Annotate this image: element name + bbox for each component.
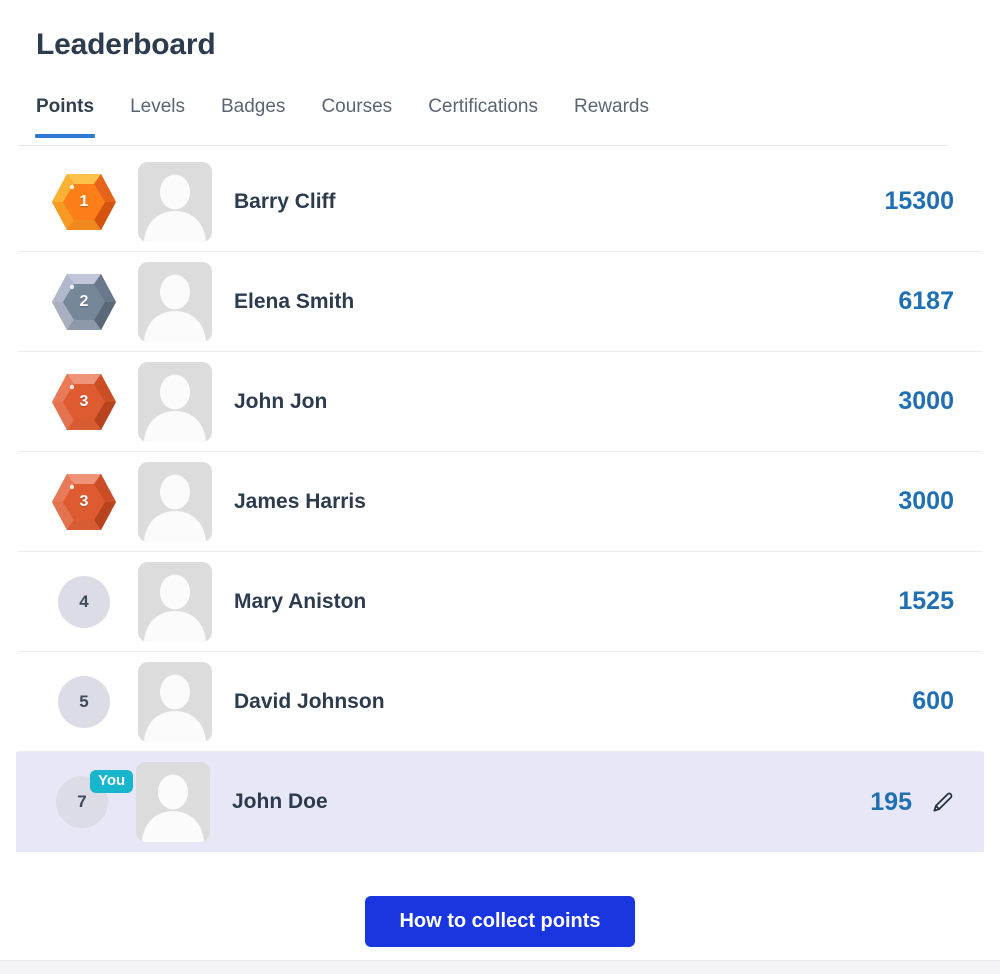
how-to-collect-points-button[interactable]: How to collect points bbox=[365, 896, 635, 947]
rank-hexagon-badge-icon: 2 bbox=[50, 271, 118, 333]
leaderboard-row[interactable]: 4 Mary Aniston 1525 bbox=[18, 552, 982, 652]
leaderboard-row[interactable]: 1 Barry Cliff 15300 bbox=[18, 152, 982, 252]
tab-bar: Points Levels Badges Courses Certifications R… bbox=[18, 94, 948, 146]
tab-certifications[interactable]: Certifications bbox=[410, 94, 556, 136]
points-value: 600 bbox=[912, 687, 954, 715]
avatar bbox=[136, 762, 210, 842]
leaderboard-row-you[interactable]: 7 You John Doe 195 bbox=[16, 752, 984, 852]
tab-badges[interactable]: Badges bbox=[203, 94, 303, 136]
user-name: John Doe bbox=[232, 790, 328, 813]
leaderboard-list: 1 Barry Cliff 15300 2 Elena Smith 6187 3 John J… bbox=[0, 152, 1000, 852]
user-name: Elena Smith bbox=[234, 289, 355, 313]
tab-courses[interactable]: Courses bbox=[303, 94, 410, 136]
user-name: John Jon bbox=[234, 389, 328, 413]
user-name: James Harris bbox=[234, 489, 366, 513]
rank-cell: 1 bbox=[36, 152, 132, 252]
leaderboard-row[interactable]: 3 James Harris 3000 bbox=[18, 452, 982, 552]
rank-hexagon-badge-icon: 3 bbox=[50, 371, 118, 433]
user-name: Mary Aniston bbox=[234, 589, 367, 613]
rank-cell: 3 bbox=[36, 452, 132, 552]
rank-cell: 5 bbox=[36, 652, 132, 752]
tab-rewards[interactable]: Rewards bbox=[556, 94, 667, 136]
rank-cell: 4 bbox=[36, 552, 132, 652]
rank-cell: 7 You bbox=[34, 752, 134, 852]
user-name: Barry Cliff bbox=[234, 189, 336, 213]
points-value: 195 bbox=[870, 787, 912, 816]
edit-pencil-icon[interactable] bbox=[926, 785, 960, 819]
avatar bbox=[138, 461, 212, 542]
bottom-strip bbox=[0, 960, 1000, 974]
you-badge: You bbox=[90, 770, 134, 793]
leaderboard-row[interactable]: 2 Elena Smith 6187 bbox=[18, 252, 982, 352]
rank-hexagon-badge-icon: 1 bbox=[50, 171, 118, 233]
points-value: 15300 bbox=[884, 187, 954, 215]
tab-levels[interactable]: Levels bbox=[112, 94, 203, 136]
avatar bbox=[138, 261, 212, 342]
avatar bbox=[138, 161, 212, 242]
tab-points[interactable]: Points bbox=[18, 94, 112, 138]
rank-cell: 3 bbox=[36, 352, 132, 452]
avatar bbox=[138, 561, 212, 642]
leaderboard-page: Leaderboard Points Levels Badges Courses Cer… bbox=[0, 0, 1000, 974]
points-value: 6187 bbox=[898, 287, 954, 315]
points-value: 1525 bbox=[898, 587, 954, 615]
leaderboard-row[interactable]: 5 David Johnson 600 bbox=[18, 652, 982, 752]
rank-cell: 2 bbox=[36, 252, 132, 352]
rank-circle: 5 bbox=[58, 675, 110, 728]
points-value: 3000 bbox=[898, 487, 954, 515]
page-title: Leaderboard bbox=[36, 28, 216, 61]
footer: How to collect points bbox=[0, 896, 1000, 947]
rank-hexagon-badge-icon: 3 bbox=[50, 471, 118, 533]
rank-circle: 4 bbox=[58, 575, 110, 628]
avatar bbox=[138, 361, 212, 442]
user-name: David Johnson bbox=[234, 689, 385, 713]
leaderboard-row[interactable]: 3 John Jon 3000 bbox=[18, 352, 982, 452]
avatar bbox=[138, 661, 212, 742]
points-value: 3000 bbox=[898, 387, 954, 415]
